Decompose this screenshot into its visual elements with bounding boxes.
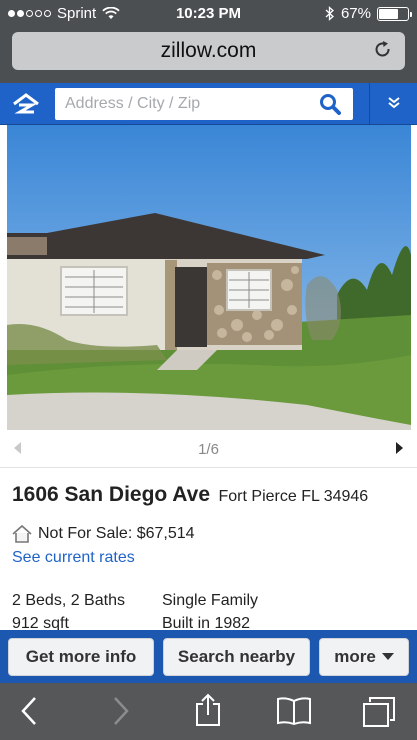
tabs-icon[interactable] bbox=[362, 696, 396, 728]
house-photo bbox=[7, 125, 411, 430]
bluetooth-icon bbox=[325, 6, 334, 21]
menu-button[interactable] bbox=[369, 83, 417, 125]
status-bar: Sprint 10:23 PM 67% bbox=[0, 0, 417, 28]
zillow-header: Address / City / Zip bbox=[0, 83, 417, 125]
more-button[interactable]: more bbox=[319, 638, 409, 676]
listing-photo[interactable] bbox=[7, 125, 411, 430]
action-bar: Get more info Search nearby more bbox=[0, 630, 417, 683]
menu-chevron-icon bbox=[388, 97, 400, 109]
photo-pager: 1/6 bbox=[0, 430, 417, 468]
property-type: Single Family bbox=[162, 592, 259, 609]
browser-toolbar bbox=[0, 683, 417, 740]
battery-percent: 67% bbox=[340, 5, 371, 22]
facts-right: Single Family Built in 1982 bbox=[162, 589, 362, 635]
see-rates-link[interactable]: See current rates bbox=[12, 549, 135, 567]
address-bar[interactable]: zillow.com bbox=[12, 32, 405, 70]
bookmarks-icon[interactable] bbox=[276, 696, 312, 726]
next-arrow-icon[interactable] bbox=[395, 441, 405, 455]
url-text: zillow.com bbox=[160, 39, 257, 62]
browser-chrome: Sprint 10:23 PM 67% zillow.com bbox=[0, 0, 417, 83]
battery-icon bbox=[377, 6, 412, 21]
more-label: more bbox=[334, 647, 376, 666]
get-more-info-button[interactable]: Get more info bbox=[8, 638, 154, 676]
street-address: 1606 San Diego Ave bbox=[12, 483, 211, 506]
photo-counter: 1/6 bbox=[198, 441, 219, 458]
search-icon[interactable] bbox=[319, 93, 341, 115]
sale-status: Not For Sale: $67,514 bbox=[12, 524, 195, 544]
sale-status-text: Not For Sale: $67,514 bbox=[38, 525, 195, 542]
city-state-zip: Fort Pierce FL 34946 bbox=[218, 488, 369, 505]
share-icon[interactable] bbox=[195, 693, 221, 727]
status-right: 67% bbox=[325, 5, 412, 22]
search-input[interactable]: Address / City / Zip bbox=[65, 95, 200, 113]
caret-down-icon bbox=[381, 653, 394, 660]
zillow-logo-icon[interactable] bbox=[12, 93, 40, 115]
back-icon[interactable] bbox=[20, 696, 38, 726]
forward-icon[interactable] bbox=[112, 696, 130, 726]
facts-left: 2 Beds, 2 Baths 912 sqft bbox=[12, 589, 162, 635]
listing-title: 1606 San Diego Ave Fort Pierce FL 34946 bbox=[12, 483, 412, 507]
search-box[interactable]: Address / City / Zip bbox=[55, 88, 353, 120]
reload-icon[interactable] bbox=[373, 40, 393, 60]
screen: Sprint 10:23 PM 67% zillow.com Address /… bbox=[0, 0, 417, 740]
listing-facts: 2 Beds, 2 Baths 912 sqft Single Family B… bbox=[12, 589, 258, 635]
beds-baths: 2 Beds, 2 Baths bbox=[12, 592, 125, 609]
search-nearby-button[interactable]: Search nearby bbox=[163, 638, 310, 676]
house-icon bbox=[12, 524, 32, 543]
